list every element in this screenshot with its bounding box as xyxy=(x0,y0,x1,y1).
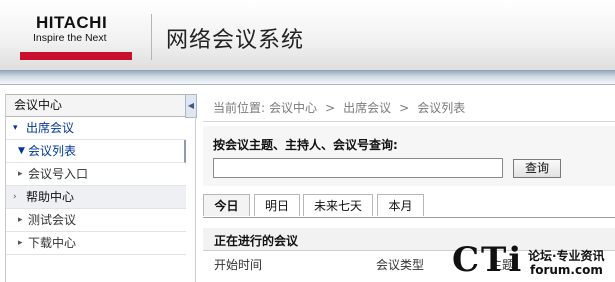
sidebar-item-label: 会议列表 xyxy=(28,144,77,158)
chevron-left-icon: ◀ xyxy=(187,101,195,110)
watermark-line1: 论坛·专业资讯 xyxy=(528,249,605,263)
breadcrumb: 当前位置: 会议中心 > 出席会议 > 会议列表 xyxy=(213,99,469,116)
search-label: 按会议主题、主持人、会议号查询: xyxy=(213,138,398,152)
watermark-line2: forum.com xyxy=(530,263,603,277)
tab-tomorrow[interactable]: 明日 xyxy=(254,194,300,216)
breadcrumb-item: 会议列表 xyxy=(417,101,466,115)
sidebar-divider xyxy=(195,116,196,282)
sidebar-item-label: 下载中心 xyxy=(28,236,77,250)
breadcrumb-rule xyxy=(203,121,615,122)
section-title: 正在进行的会议 xyxy=(214,234,299,248)
header-rule xyxy=(0,84,615,85)
triangle-down-icon: ▼ xyxy=(18,146,25,156)
sidebar-item-label: 出席会议 xyxy=(26,121,75,135)
breadcrumb-separator: > xyxy=(325,101,336,115)
sidebar-title[interactable]: 会议中心 xyxy=(6,94,186,117)
sidebar-item-label: 测试会议 xyxy=(28,213,77,227)
sidebar-item-test-meeting[interactable]: ▸ 测试会议 xyxy=(6,209,186,232)
chevron-right-icon: › xyxy=(13,192,17,202)
logo-tagline: Inspire the Next xyxy=(33,32,107,44)
sidebar-item-label: 帮助中心 xyxy=(26,190,75,204)
sidebar-item-meeting-number-entry[interactable]: ▸ 会议号入口 xyxy=(6,163,186,186)
app-title: 网络会议系统 xyxy=(166,28,305,53)
hitachi-logo[interactable]: HITACHI Inspire the Next xyxy=(20,14,132,60)
breadcrumb-item[interactable]: 会议中心 xyxy=(269,101,317,115)
sidebar-item-help-center[interactable]: › 帮助中心 xyxy=(6,186,186,209)
triangle-right-icon: ▸ xyxy=(18,215,23,225)
breadcrumb-separator: > xyxy=(399,101,410,115)
tabs-rule xyxy=(203,217,615,218)
sidebar-item-attend-meeting[interactable]: ▾ 出席会议 xyxy=(6,117,186,140)
column-header-start-time: 开始时间 xyxy=(214,258,263,272)
header-strip xyxy=(0,70,615,84)
search-panel: 按会议主题、主持人、会议号查询: 查询 xyxy=(203,126,615,186)
sidebar: 会议中心 ▾ 出席会议 ▼ 会议列表 ▸ 会议号入口 › 帮助中心 ▸ 测试会议… xyxy=(5,94,186,282)
cti-forum-watermark: CTi 论坛·专业资讯 forum.com xyxy=(452,241,615,282)
triangle-right-icon: ▸ xyxy=(18,238,23,248)
tab-next-seven-days[interactable]: 未来七天 xyxy=(303,194,373,216)
chevron-down-icon: ▾ xyxy=(13,123,18,133)
triangle-right-icon: ▸ xyxy=(18,169,23,179)
search-input[interactable] xyxy=(213,158,503,178)
app-header: HITACHI Inspire the Next 网络会议系统 xyxy=(0,0,615,70)
logo-red-bar xyxy=(20,52,132,60)
tab-this-month[interactable]: 本月 xyxy=(377,194,424,216)
header-divider xyxy=(151,14,152,60)
date-tabs: 今日 明日 未来七天 本月 xyxy=(203,193,615,217)
sidebar-item-download-center[interactable]: ▸ 下载中心 xyxy=(6,232,186,255)
breadcrumb-item[interactable]: 出席会议 xyxy=(343,101,391,115)
watermark-logo: CTi xyxy=(452,240,524,280)
breadcrumb-prefix: 当前位置: xyxy=(213,101,266,115)
column-header-meeting-type: 会议类型 xyxy=(376,258,425,272)
sidebar-collapse-button[interactable]: ◀ xyxy=(185,94,197,118)
sidebar-item-label: 会议号入口 xyxy=(28,167,89,181)
tab-today[interactable]: 今日 xyxy=(203,194,250,216)
sidebar-item-meeting-list[interactable]: ▼ 会议列表 xyxy=(6,140,186,163)
search-button[interactable]: 查询 xyxy=(513,159,561,178)
logo-brand: HITACHI xyxy=(36,13,108,32)
